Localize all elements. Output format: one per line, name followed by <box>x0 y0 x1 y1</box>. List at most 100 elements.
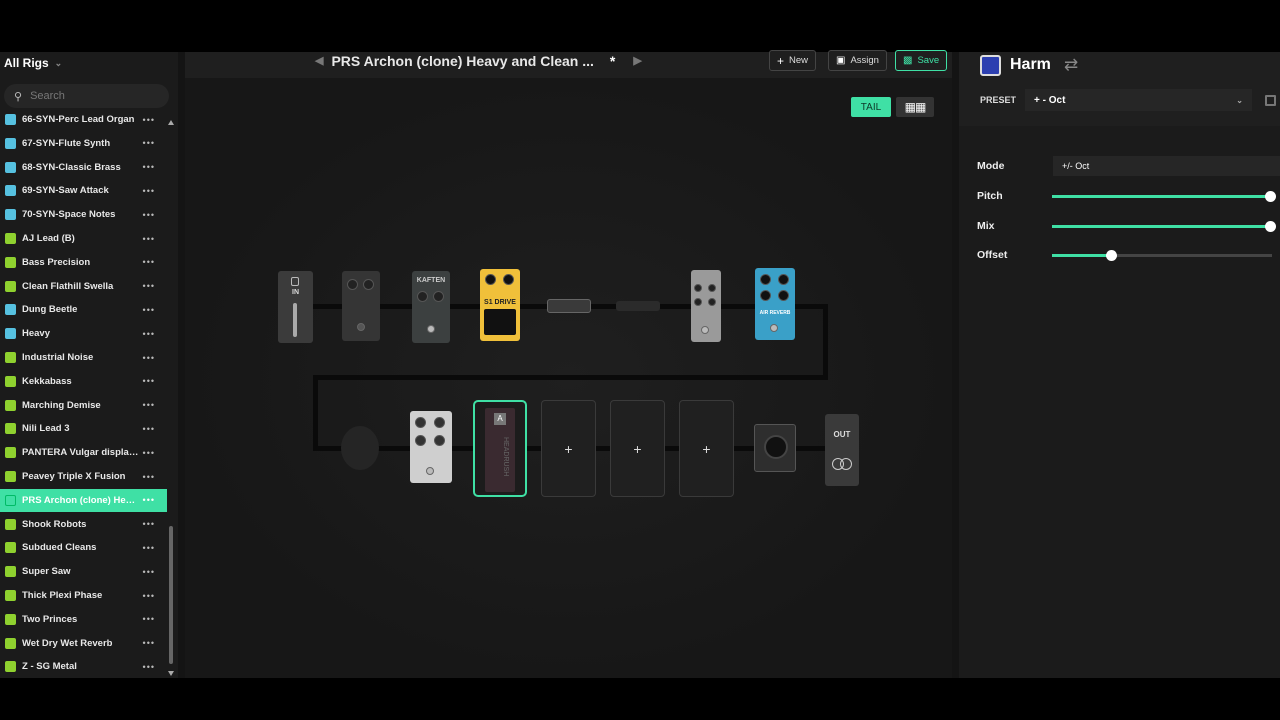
mix-slider[interactable] <box>1052 221 1276 232</box>
more-options-icon[interactable]: ••• <box>143 210 155 220</box>
more-options-icon[interactable]: ••• <box>143 543 155 553</box>
more-options-icon[interactable]: ••• <box>143 424 155 434</box>
output-block[interactable]: OUT <box>825 414 859 486</box>
plus-icon: + <box>777 53 785 68</box>
more-options-icon[interactable]: ••• <box>143 472 155 482</box>
footswitch <box>770 324 778 332</box>
save-preset-icon[interactable] <box>1265 95 1276 106</box>
pedal-knob <box>760 290 771 301</box>
empty-slot-3[interactable]: + <box>679 400 734 497</box>
rig-list-item[interactable]: Marching Demise ••• <box>0 394 167 417</box>
rig-item-label: Thick Plexi Phase <box>22 590 103 601</box>
empty-slot-2[interactable]: + <box>610 400 665 497</box>
more-options-icon[interactable]: ••• <box>143 305 155 315</box>
rig-list-item[interactable]: Two Princes ••• <box>0 608 167 631</box>
slider-thumb[interactable] <box>1265 221 1276 232</box>
rig-list-item[interactable]: Dung Beetle ••• <box>0 298 167 321</box>
reverb-block[interactable]: AIR REVERB <box>755 268 795 340</box>
swap-icon[interactable]: ⇄ <box>1064 55 1078 75</box>
more-options-icon[interactable]: ••• <box>143 162 155 172</box>
pedal-block-white[interactable] <box>410 411 452 483</box>
rig-list-item[interactable]: Shook Robots ••• <box>0 513 167 536</box>
more-options-icon[interactable]: ••• <box>143 329 155 339</box>
block-preset-select[interactable]: + - Oct ⌄ <box>1025 89 1252 111</box>
more-options-icon[interactable]: ••• <box>143 257 155 267</box>
rig-list-item[interactable]: Wet Dry Wet Reverb ••• <box>0 632 167 655</box>
more-options-icon[interactable]: ••• <box>143 519 155 529</box>
rig-list-item[interactable]: Heavy ••• <box>0 322 167 345</box>
rig-list-item[interactable]: 70-SYN-Space Notes ••• <box>0 203 167 226</box>
more-options-icon[interactable]: ••• <box>143 591 155 601</box>
more-options-icon[interactable]: ••• <box>143 376 155 386</box>
rack-block-2[interactable] <box>616 301 660 311</box>
rig-list-item[interactable]: Industrial Noise ••• <box>0 346 167 369</box>
tail-toggle-button[interactable]: TAIL <box>851 97 891 117</box>
empty-slot-1[interactable]: + <box>541 400 596 497</box>
slider-thumb[interactable] <box>1106 250 1117 261</box>
rig-list: 66-SYN-Perc Lead Organ ••• 67-SYN-Flute Sy… <box>0 112 167 678</box>
search-input[interactable] <box>30 90 151 102</box>
preset-label: PRESET <box>980 95 1017 105</box>
harm-block-selected[interactable]: A HEADRUSH <box>473 400 527 497</box>
more-options-icon[interactable]: ••• <box>143 115 155 125</box>
rig-list-item[interactable]: Peavey Triple X Fusion ••• <box>0 465 167 488</box>
more-options-icon[interactable]: ••• <box>143 495 155 505</box>
scroll-down-icon[interactable] <box>168 671 174 676</box>
more-options-icon[interactable]: ••• <box>143 186 155 196</box>
s1-drive-block[interactable]: S1 DRIVE <box>480 269 520 341</box>
cable-middle <box>313 375 828 380</box>
more-options-icon[interactable]: ••• <box>143 353 155 363</box>
pitch-slider[interactable] <box>1052 191 1276 202</box>
rack-block-1[interactable] <box>547 299 591 313</box>
pedal-block-2[interactable]: KAFTEN <box>412 271 450 343</box>
rig-list-item[interactable]: 67-SYN-Flute Synth ••• <box>0 132 167 155</box>
more-options-icon[interactable]: ••• <box>143 448 155 458</box>
eq-block[interactable] <box>691 270 721 342</box>
lock-icon <box>291 277 299 286</box>
rig-list-item[interactable]: Z - SG Metal ••• <box>0 655 167 678</box>
rig-list-item[interactable]: AJ Lead (B) ••• <box>0 227 167 250</box>
rig-selector[interactable]: All Rigs ⌄ <box>4 52 62 74</box>
rig-item-label: Z - SG Metal <box>22 661 77 673</box>
rig-list-item[interactable]: 69-SYN-Saw Attack ••• <box>0 179 167 202</box>
previous-preset-icon[interactable]: ◀ <box>315 54 323 67</box>
rig-list-item[interactable]: Kekkabass ••• <box>0 370 167 393</box>
rig-list-item[interactable]: 66-SYN-Perc Lead Organ ••• <box>0 112 167 131</box>
rig-list-item[interactable]: Clean Flathill Swella ••• <box>0 275 167 298</box>
grid-view-icon[interactable]: ▦▦ <box>896 97 934 117</box>
block-color-chip[interactable] <box>980 55 1001 76</box>
more-options-icon[interactable]: ••• <box>143 400 155 410</box>
input-block[interactable]: IN <box>278 271 313 343</box>
more-options-icon[interactable]: ••• <box>143 614 155 624</box>
rig-list-item[interactable]: PANTERA Vulgar display of ...••• <box>0 441 167 464</box>
cabinet-block[interactable] <box>754 424 796 472</box>
rig-list-item[interactable]: Bass Precision ••• <box>0 251 167 274</box>
next-preset-icon[interactable]: ▶ <box>633 54 641 67</box>
scroll-thumb[interactable] <box>169 526 173 664</box>
rig-list-item[interactable]: Super Saw ••• <box>0 560 167 583</box>
search-box[interactable]: ⚲ <box>4 84 169 108</box>
rig-list-item[interactable]: Thick Plexi Phase ••• <box>0 584 167 607</box>
pedal-block-1[interactable] <box>342 271 380 341</box>
mode-select[interactable]: +/- Oct <box>1053 156 1280 176</box>
more-options-icon[interactable]: ••• <box>143 638 155 648</box>
rig-list-item[interactable]: Subdued Cleans ••• <box>0 536 167 559</box>
save-button[interactable]: ▩ Save <box>895 50 948 71</box>
more-options-icon[interactable]: ••• <box>143 281 155 291</box>
pitch-label: Pitch <box>977 190 1003 202</box>
sidebar-scrollbar[interactable] <box>168 120 174 676</box>
slider-thumb[interactable] <box>1265 191 1276 202</box>
more-options-icon[interactable]: ••• <box>143 567 155 577</box>
pedal-block-round[interactable] <box>341 426 379 470</box>
new-button[interactable]: + New <box>769 50 817 71</box>
rig-list-item[interactable]: 68-SYN-Classic Brass ••• <box>0 156 167 179</box>
more-options-icon[interactable]: ••• <box>143 234 155 244</box>
more-options-icon[interactable]: ••• <box>143 662 155 672</box>
rig-list-item[interactable]: PRS Archon (clone) Heavy ... ••• <box>0 488 167 512</box>
assign-button[interactable]: ▣ Assign <box>828 50 887 71</box>
rig-list-item[interactable]: Nili Lead 3 ••• <box>0 417 167 440</box>
offset-slider[interactable] <box>1052 250 1272 261</box>
scroll-up-icon[interactable] <box>168 120 174 125</box>
rig-item-label: Marching Demise <box>22 399 101 411</box>
more-options-icon[interactable]: ••• <box>143 138 155 148</box>
